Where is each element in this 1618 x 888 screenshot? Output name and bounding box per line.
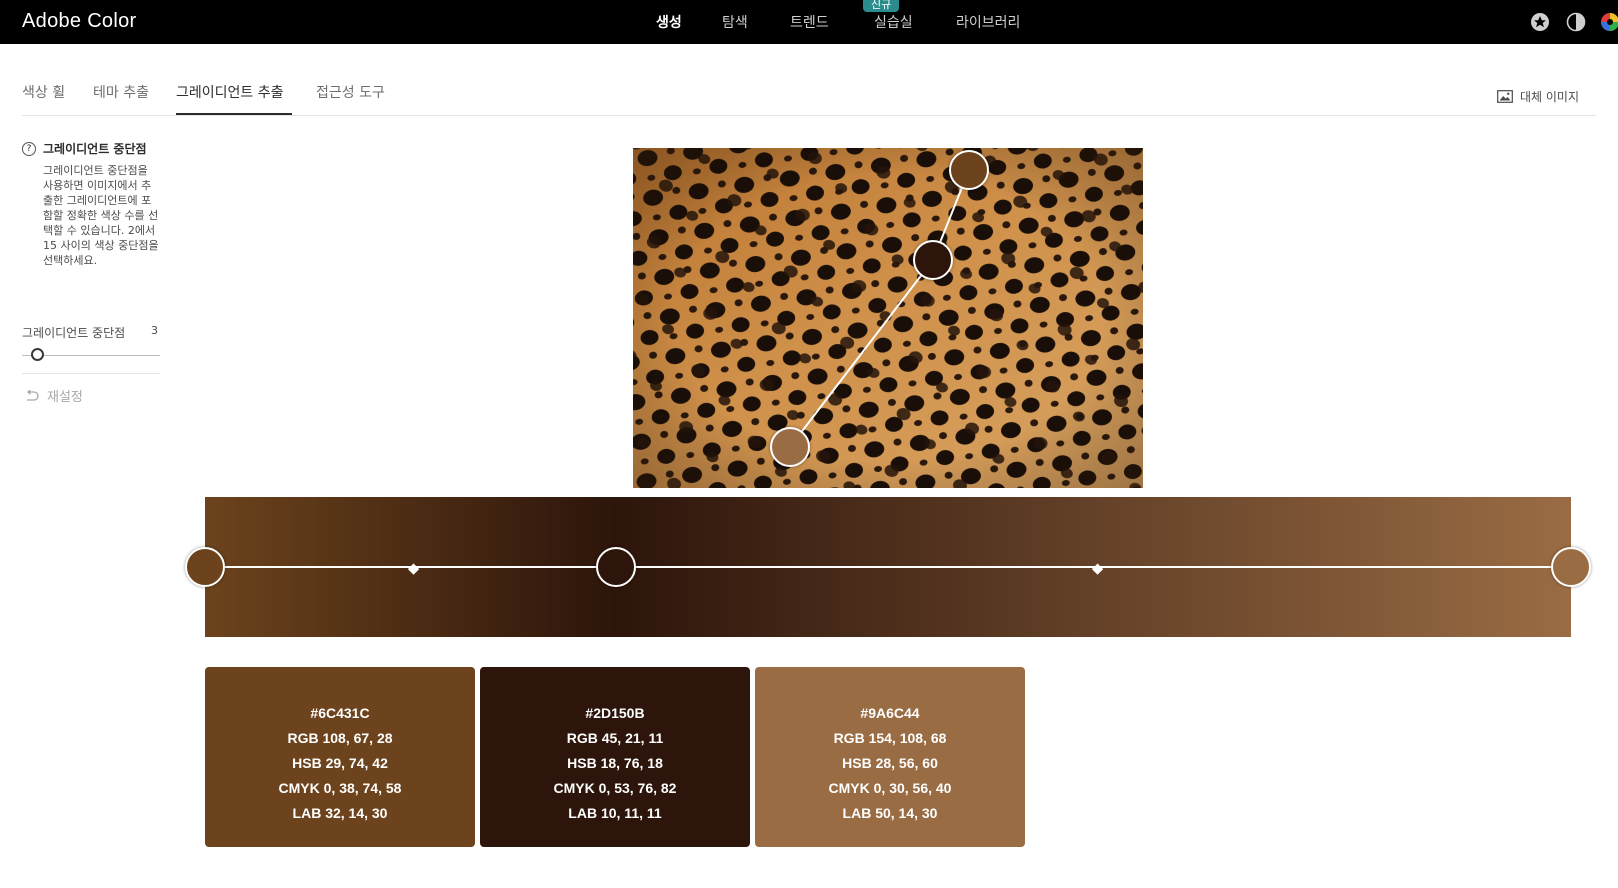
sampling-path [789,169,970,448]
reset-button[interactable]: 재설정 [24,386,83,405]
swatch-lab[interactable]: LAB 32, 14, 30 [205,801,475,826]
nav-library[interactable]: 라이브러리 [956,12,1020,32]
swatch-cmyk[interactable]: CMYK 0, 53, 76, 82 [480,776,750,801]
help-title-text: 그레이디언트 중단점 [43,142,147,156]
swatch-hex[interactable]: #2D150B [480,701,750,726]
gradient-stops-help-text: 그레이디언트 중단점을 사용하면 이미지에서 추출한 그레이디언트에 포함할 정… [43,164,159,267]
nav-lab[interactable]: 실습실 [874,12,913,32]
star-icon[interactable] [1530,12,1550,32]
gradient-svg [205,497,1571,637]
swatch-rgb[interactable]: RGB 45, 21, 11 [480,726,750,751]
swatch-rgb[interactable]: RGB 108, 67, 28 [205,726,475,751]
nav-explore[interactable]: 탐색 [722,12,748,32]
tab-extract-theme[interactable]: 테마 추출 [93,82,149,102]
swatch-hsb[interactable]: HSB 29, 74, 42 [205,751,475,776]
app-title[interactable]: Adobe Color [22,10,136,33]
gradient-stops-slider-value: 3 [151,324,158,337]
image-sampler-handle-3[interactable] [770,427,810,467]
swatch-cmyk[interactable]: CMYK 0, 38, 74, 58 [205,776,475,801]
gradient-stops-slider-thumb[interactable] [31,348,44,361]
alt-image-button[interactable]: 대체 이미지 [1497,88,1579,105]
swatch-lab[interactable]: LAB 10, 11, 11 [480,801,750,826]
gradient-preview [185,497,1591,637]
alt-image-label: 대체 이미지 [1520,90,1580,104]
sidebar-divider [22,373,160,374]
color-wheel-icon[interactable] [1600,12,1618,32]
swatch-rgb[interactable]: RGB 154, 108, 68 [755,726,1025,751]
image-sampler-handle-1[interactable] [949,150,989,190]
tab-extract-gradient[interactable]: 그레이디언트 추출 [176,82,284,102]
image-sampler-handle-2[interactable] [913,240,953,280]
swatch-cmyk[interactable]: CMYK 0, 30, 56, 40 [755,776,1025,801]
help-icon[interactable]: ? [22,141,36,156]
swatch-hsb[interactable]: HSB 18, 76, 18 [480,751,750,776]
gradient-stops-help-title: ? 그레이디언트 중단점 [22,140,147,157]
reset-label: 재설정 [47,390,83,405]
reset-icon [26,390,39,401]
gradient-stop-handle-1[interactable] [185,547,225,587]
color-swatch-2[interactable]: #2D150B RGB 45, 21, 11 HSB 18, 76, 18 CM… [480,667,750,847]
source-image [633,148,1143,488]
gradient-stop-handle-2[interactable] [596,547,636,587]
color-swatch-3[interactable]: #9A6C44 RGB 154, 108, 68 HSB 28, 56, 60 … [755,667,1025,847]
top-navigation-bar: Adobe Color 생성 탐색 트렌드 실습실 신규 라이브러리 [0,0,1618,44]
swatch-hex[interactable]: #9A6C44 [755,701,1025,726]
image-icon [1497,90,1513,103]
new-badge: 신규 [863,0,900,12]
swatch-hsb[interactable]: HSB 28, 56, 60 [755,751,1025,776]
tab-accessibility-tools[interactable]: 접근성 도구 [316,82,385,102]
theme-contrast-icon[interactable] [1566,12,1586,32]
gradient-stop-handle-3[interactable] [1551,547,1591,587]
tab-color-wheel[interactable]: 색상 휠 [22,82,65,102]
color-swatch-1[interactable]: #6C431C RGB 108, 67, 28 HSB 29, 74, 42 C… [205,667,475,847]
swatch-lab[interactable]: LAB 50, 14, 30 [755,801,1025,826]
tab-divider [22,115,1596,116]
nav-create[interactable]: 생성 [656,12,682,32]
gradient-stops-slider-label: 그레이디언트 중단점 [22,326,126,340]
nav-trends[interactable]: 트렌드 [790,12,829,32]
swatch-hex[interactable]: #6C431C [205,701,475,726]
